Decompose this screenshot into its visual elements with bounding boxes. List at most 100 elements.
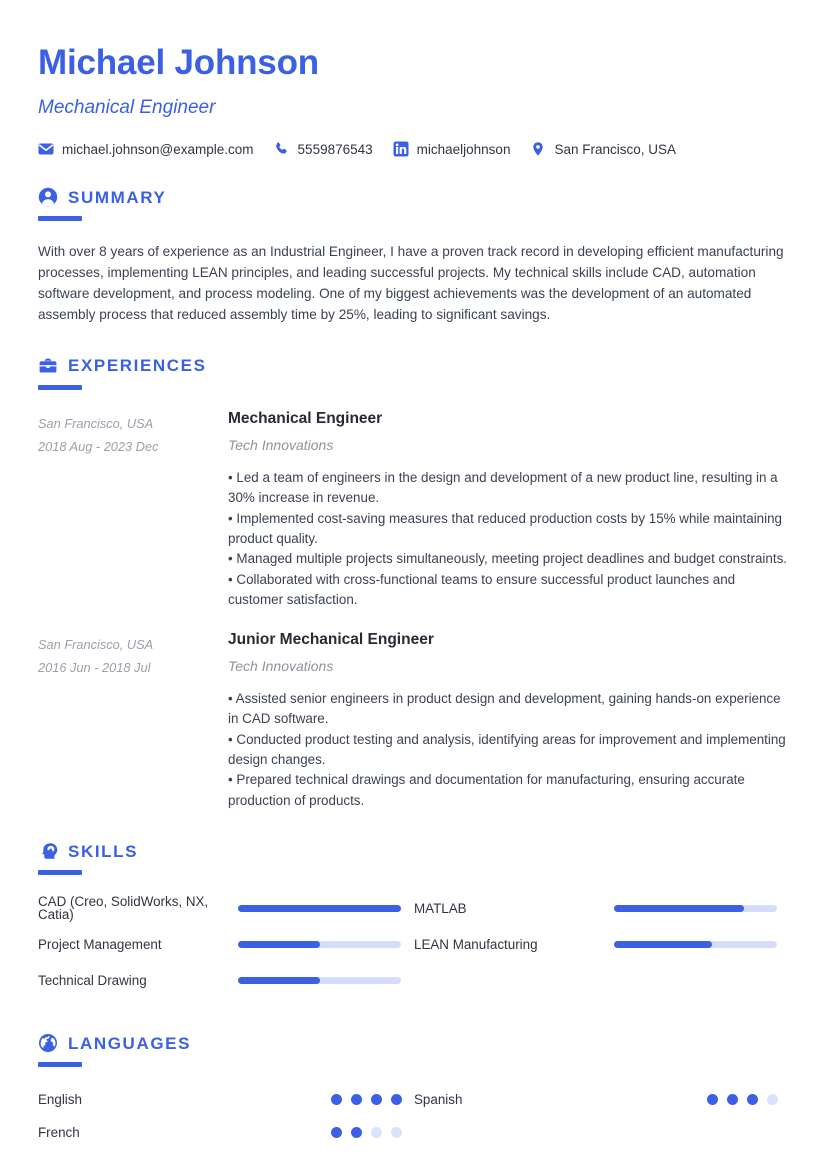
summary-text: With over 8 years of experience as an In…: [38, 244, 784, 323]
experience-detail-column: Junior Mechanical Engineer Tech Innovati…: [228, 631, 790, 812]
languages-section-head: LANGUAGES: [38, 1033, 790, 1053]
language-dot: [371, 1127, 382, 1139]
experience-bullet: • Assisted senior engineers in product d…: [228, 690, 781, 727]
skill-label: Project Management: [38, 936, 162, 952]
contact-email-text: michael.johnson@example.com: [62, 142, 254, 158]
language-level-dots: [238, 1127, 414, 1139]
language-dot: [391, 1094, 402, 1106]
skill-bar-track: [238, 976, 401, 984]
experience-bullet: • Collaborated with cross-functional tea…: [228, 571, 736, 608]
candidate-job-title: Mechanical Engineer: [38, 96, 216, 118]
experience-dates: 2018 Aug - 2023 Dec: [38, 439, 159, 455]
resume-page: Michael Johnson Mechanical Engineer mich…: [0, 0, 828, 1171]
summary-section-title: SUMMARY: [68, 187, 167, 207]
skill-bar-fill: [238, 940, 320, 948]
language-dot: [351, 1127, 362, 1139]
experience-entry: San Francisco, USA 2016 Jun - 2018 Jul J…: [38, 631, 790, 812]
contact-linkedin-text: michaeljohnson: [416, 142, 511, 158]
contact-email[interactable]: michael.johnson@example.com: [38, 141, 254, 157]
skills-section-head: SKILLS: [38, 841, 790, 861]
experience-detail-column: Mechanical Engineer Tech Innovations • L…: [228, 410, 790, 611]
resume-header: Michael Johnson Mechanical Engineer mich…: [38, 43, 790, 157]
skill-row: LEAN Manufacturing: [414, 931, 790, 957]
language-level-dots: [614, 1094, 790, 1106]
experience-role: Mechanical Engineer: [228, 409, 383, 427]
language-dot: [391, 1127, 402, 1139]
skill-label: CAD (Creo, SolidWorks, NX, Catia): [38, 893, 209, 923]
phone-icon: [274, 141, 290, 157]
experience-company: Tech Innovations: [228, 658, 334, 675]
skills-columns: CAD (Creo, SolidWorks, NX, Catia) Projec…: [38, 895, 790, 1003]
language-dot: [727, 1094, 738, 1106]
experience-location: San Francisco, USA: [38, 415, 154, 431]
briefcase-icon: [38, 356, 58, 376]
experience-bullets: • Assisted senior engineers in product d…: [228, 689, 788, 811]
skill-bar-fill: [238, 976, 320, 984]
skills-section-rule: [38, 870, 82, 876]
location-pin-icon: [530, 141, 546, 157]
language-dot: [331, 1094, 342, 1106]
experience-bullet: • Conducted product testing and analysis…: [228, 731, 786, 768]
contact-linkedin[interactable]: michaeljohnson: [393, 141, 511, 158]
experience-bullet: • Prepared technical drawings and docume…: [228, 772, 745, 808]
language-dot: [747, 1094, 758, 1106]
language-row: English: [38, 1087, 414, 1112]
skill-label: MATLAB: [414, 900, 467, 916]
skill-row: CAD (Creo, SolidWorks, NX, Catia): [38, 895, 414, 921]
languages-columns: English French Spanish: [38, 1087, 790, 1153]
candidate-name: Michael Johnson: [38, 43, 319, 82]
language-label: Spanish: [414, 1092, 463, 1107]
person-circle-icon: [38, 187, 58, 207]
language-dot: [707, 1094, 718, 1106]
experience-bullet: • Managed multiple projects simultaneous…: [228, 551, 787, 567]
skill-row: Technical Drawing: [38, 967, 414, 993]
language-label: French: [38, 1125, 80, 1140]
language-dot: [767, 1094, 778, 1106]
skills-section: SKILLS CAD (Creo, SolidWorks, NX, Catia)…: [38, 841, 790, 1003]
experience-bullets: • Led a team of engineers in the design …: [228, 468, 788, 611]
experience-list: San Francisco, USA 2018 Aug - 2023 Dec M…: [38, 410, 790, 812]
skill-row: Project Management: [38, 931, 414, 957]
contact-location-text: San Francisco, USA: [554, 142, 676, 158]
contact-row: michael.johnson@example.com 5559876543 m…: [38, 141, 790, 157]
experience-role: Junior Mechanical Engineer: [228, 630, 434, 648]
summary-section: SUMMARY With over 8 years of experience …: [38, 187, 790, 325]
language-dot: [331, 1127, 342, 1139]
language-label: English: [38, 1092, 82, 1107]
languages-right-column: Spanish: [414, 1087, 790, 1153]
languages-section-title: LANGUAGES: [68, 1033, 192, 1053]
experiences-section-rule: [38, 384, 82, 390]
experience-bullet: • Led a team of engineers in the design …: [228, 469, 778, 506]
language-level-dots: [238, 1094, 414, 1106]
language-dot: [351, 1094, 362, 1106]
skill-label: Technical Drawing: [38, 972, 147, 988]
skill-bar-track: [614, 904, 777, 912]
experiences-section-title: EXPERIENCES: [68, 356, 207, 376]
languages-left-column: English French: [38, 1087, 414, 1153]
language-dot: [371, 1094, 382, 1106]
linkedin-icon: [393, 141, 409, 157]
languages-section: LANGUAGES English French Spanish: [38, 1033, 790, 1153]
experiences-section: EXPERIENCES San Francisco, USA 2018 Aug …: [38, 356, 790, 812]
summary-section-head: SUMMARY: [38, 187, 790, 207]
skill-label: LEAN Manufacturing: [414, 936, 538, 952]
contact-phone-text: 5559876543: [297, 142, 373, 158]
language-row: Spanish: [414, 1087, 790, 1112]
experience-company: Tech Innovations: [228, 437, 334, 454]
languages-section-rule: [38, 1062, 82, 1068]
globe-icon: [38, 1033, 58, 1053]
skill-bar-track: [238, 904, 401, 912]
experience-location: San Francisco, USA: [38, 636, 154, 652]
skill-bar-fill: [614, 904, 745, 912]
experiences-section-head: EXPERIENCES: [38, 356, 790, 376]
experience-bullet: • Implemented cost-saving measures that …: [228, 510, 782, 547]
skill-bar-fill: [614, 940, 712, 948]
experience-meta-column: San Francisco, USA 2016 Jun - 2018 Jul: [38, 631, 228, 680]
skills-left-column: CAD (Creo, SolidWorks, NX, Catia) Projec…: [38, 895, 414, 1003]
contact-location[interactable]: San Francisco, USA: [530, 141, 676, 157]
contact-phone[interactable]: 5559876543: [274, 141, 373, 157]
skills-section-title: SKILLS: [68, 841, 139, 861]
summary-section-rule: [38, 216, 82, 222]
envelope-icon: [38, 141, 54, 157]
experience-entry: San Francisco, USA 2018 Aug - 2023 Dec M…: [38, 410, 790, 611]
